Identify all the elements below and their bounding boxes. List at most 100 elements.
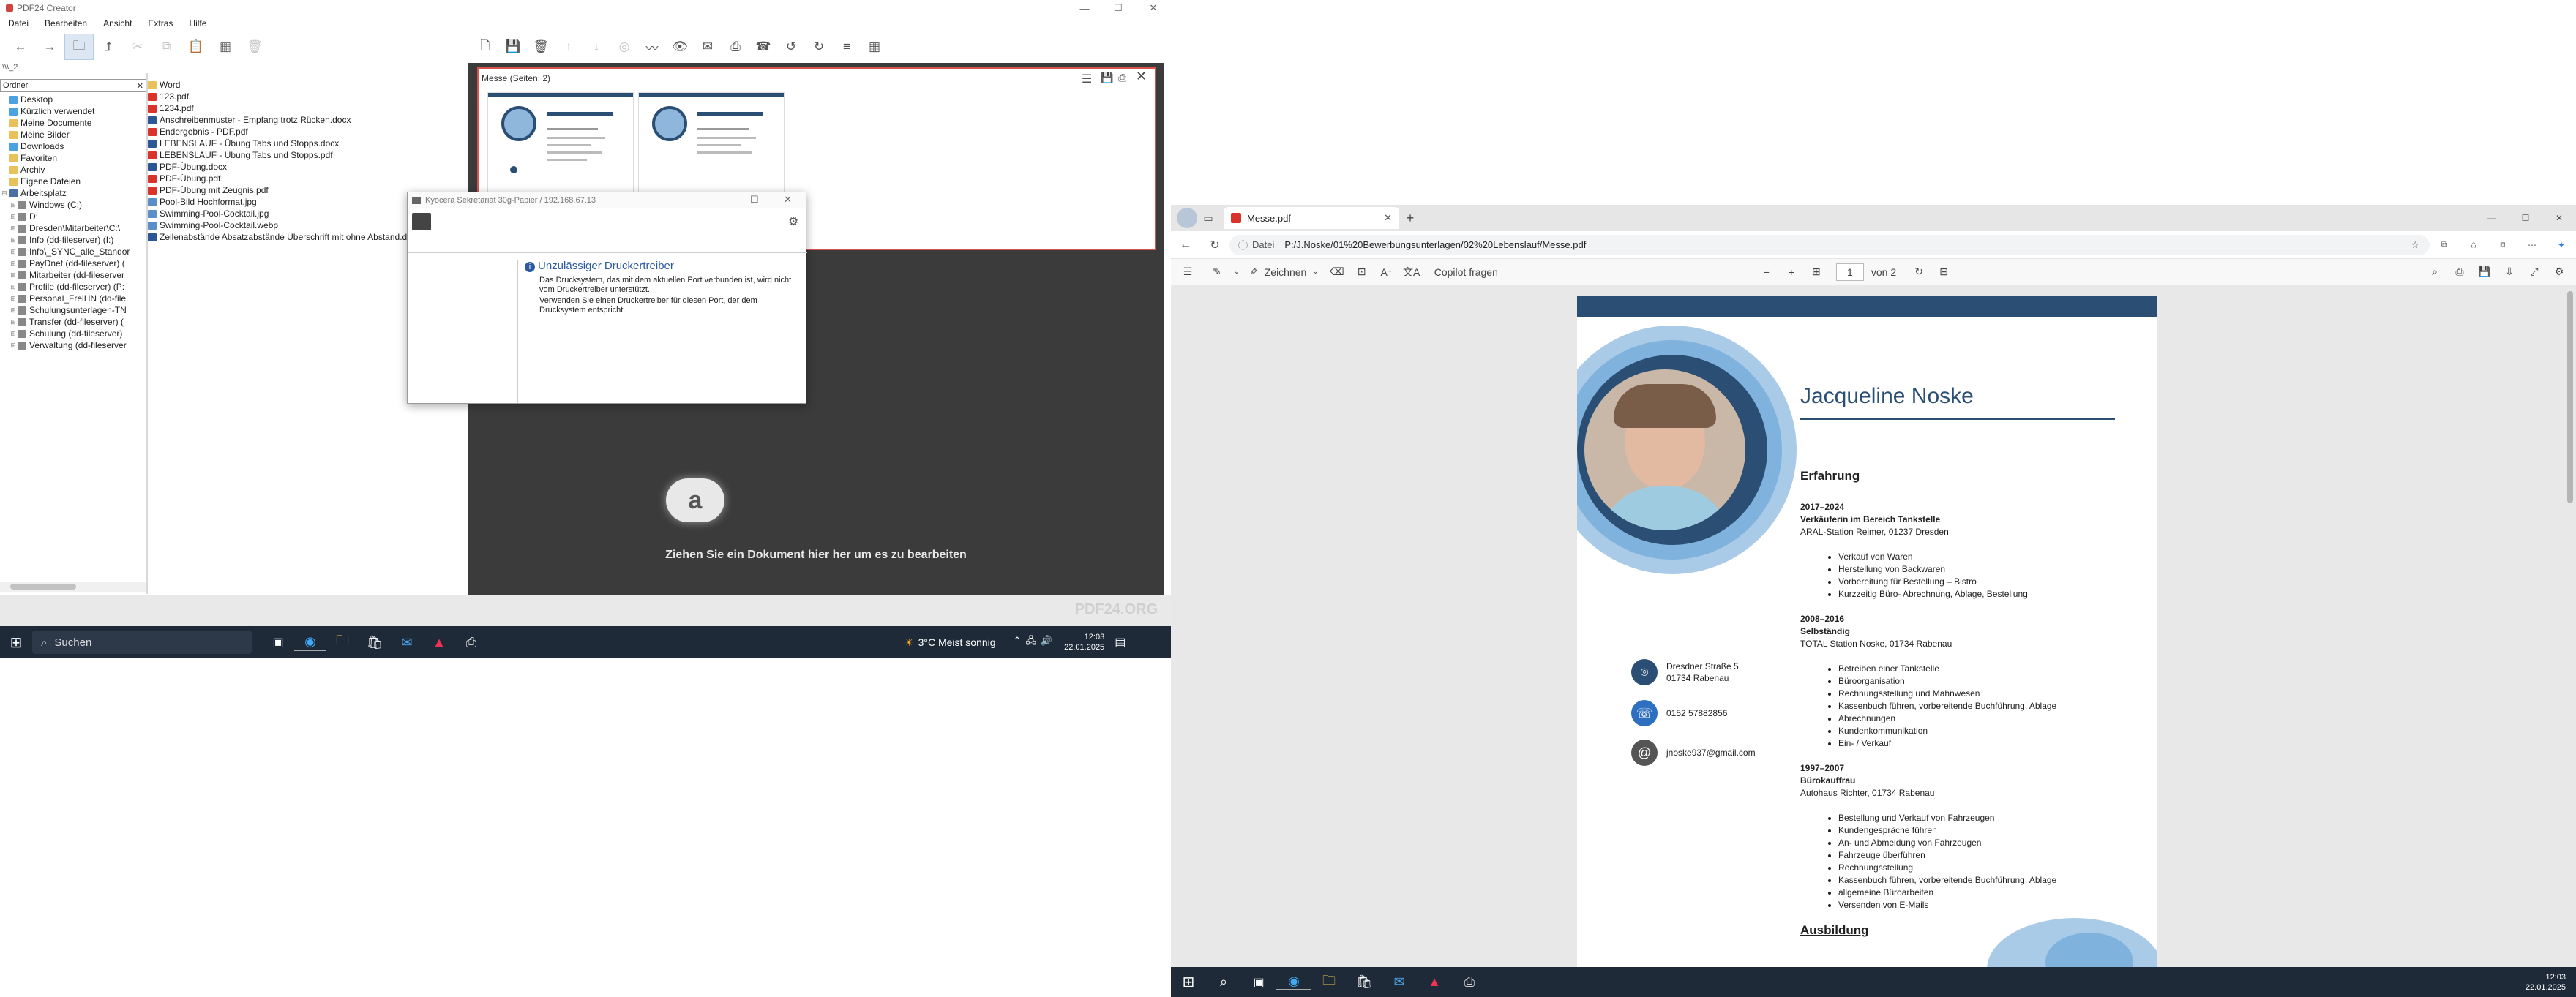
tree-folder-item[interactable]: ⊞ Schulungsunterlagen-TN <box>0 304 146 316</box>
tree-folder-item[interactable]: ⊞ Mitarbeiter (dd-fileserver <box>0 269 146 281</box>
expand-toggle-icon[interactable]: ⊞ <box>9 246 18 257</box>
expand-toggle-icon[interactable]: ⊞ <box>9 269 18 281</box>
tree-folder-item[interactable]: Meine Bilder <box>0 129 146 140</box>
tree-folder-item[interactable]: ⊟ Arbeitsplatz <box>0 187 146 199</box>
favorite-star-icon[interactable]: ☆ <box>2411 239 2419 251</box>
tree-folder-item[interactable]: ⊞ Profile (dd-fileserver) (P: <box>0 281 146 293</box>
tray-icons[interactable]: ⌃🖧🔊 <box>1014 634 1057 650</box>
preview-icon[interactable]: ◎ <box>610 34 638 60</box>
settings-gear-icon[interactable]: ⚙ <box>788 214 798 229</box>
read-aloud-icon[interactable]: A↑ <box>1374 266 1399 278</box>
close-tree-icon[interactable]: ✕ <box>137 81 143 91</box>
viewer-scrollbar[interactable] <box>2567 291 2573 503</box>
panel-save-icon[interactable]: 💾 <box>1101 72 1113 84</box>
fit-page-icon[interactable]: ⊞ <box>1804 266 1829 278</box>
grid-view-icon[interactable]: ▦ <box>211 34 240 60</box>
refresh-icon[interactable]: ↻ <box>1200 238 1229 252</box>
collections-icon[interactable]: ⧈ <box>2488 239 2517 250</box>
file-item[interactable]: PDF-Übung.pdf <box>148 173 470 184</box>
menu-icon[interactable]: ☰ <box>1082 72 1092 86</box>
tree-folder-item[interactable]: Meine Documente <box>0 117 146 129</box>
profile-avatar[interactable] <box>1177 208 1197 228</box>
rotate-right-icon[interactable]: ↻ <box>805 34 833 60</box>
cut-icon[interactable]: ✂ <box>123 34 152 60</box>
highlight-dropdown-icon[interactable]: ⌄ <box>1229 268 1244 276</box>
minimize-icon[interactable]: — <box>1070 0 1099 16</box>
menu-extras[interactable]: Extras <box>140 18 181 29</box>
tree-folder-item[interactable]: ⊞ Dresden\Mitarbeiter\C:\ <box>0 222 146 234</box>
search-icon[interactable]: ⌕ <box>1206 974 1241 990</box>
edge-taskbar-icon[interactable]: ◉ <box>294 634 326 651</box>
back-icon[interactable]: ← <box>6 34 35 60</box>
eraser-icon[interactable]: ⌫ <box>1325 266 1349 278</box>
tree-folder-item[interactable]: ⊞ D: <box>0 211 146 222</box>
delete-icon[interactable]: 🗑 <box>240 34 269 60</box>
tree-folder-item[interactable]: Archiv <box>0 164 146 176</box>
up-folder-icon[interactable]: ⮥ <box>94 34 123 60</box>
file-item[interactable]: Word <box>148 79 470 91</box>
forward-icon[interactable]: → <box>35 34 64 60</box>
file-item[interactable]: PDF-Übung.docx <box>148 161 470 173</box>
print-icon[interactable]: ⎙ <box>722 34 749 60</box>
draw-button[interactable]: ✐ Zeichnen ⌄ <box>1250 266 1319 278</box>
page-number-input[interactable]: 1 <box>1835 263 1864 281</box>
tree-folder-item[interactable]: ⊞ Verwaltung (dd-fileserver <box>0 339 146 351</box>
tab-messe-pdf[interactable]: Messe.pdf ✕ <box>1224 207 1399 229</box>
tree-folder-item[interactable]: ⊞ Transfer (dd-fileserver) ( <box>0 316 146 328</box>
tab-close-icon[interactable]: ✕ <box>1384 212 1392 224</box>
copilot-ask-button[interactable]: Copilot fragen <box>1434 266 1498 278</box>
menu-ansicht[interactable]: Ansicht <box>95 18 140 29</box>
close-icon[interactable]: ✕ <box>2542 213 2576 223</box>
move-up-icon[interactable]: ↑ <box>555 34 583 60</box>
contents-icon[interactable]: ☰ <box>1175 266 1200 278</box>
save-icon[interactable]: 💾 <box>499 34 527 60</box>
add-text-icon[interactable]: ⊡ <box>1349 266 1374 278</box>
expand-toggle-icon[interactable]: ⊞ <box>9 257 18 269</box>
task-view-icon[interactable]: ▣ <box>1241 975 1276 990</box>
expand-toggle-icon[interactable]: ⊞ <box>9 328 18 339</box>
menu-hilfe[interactable]: Hilfe <box>181 18 214 29</box>
scroll-thumb[interactable] <box>10 584 76 590</box>
minimize-icon[interactable]: — <box>2475 213 2509 223</box>
back-icon[interactable]: ← <box>1171 238 1200 252</box>
panel-close-icon[interactable]: ✕ <box>1136 69 1147 84</box>
move-down-icon[interactable]: ↓ <box>583 34 610 60</box>
tree-folder-item[interactable]: ⊞ PayDnet (dd-fileserver) ( <box>0 257 146 269</box>
fax-icon[interactable]: ☎ <box>749 34 777 60</box>
file-item[interactable]: 123.pdf <box>148 91 470 102</box>
pdf24-taskbar-icon[interactable]: ▲ <box>423 635 455 650</box>
edge-taskbar-icon[interactable]: ◉ <box>1276 974 1311 990</box>
expand-toggle-icon[interactable]: ⊞ <box>9 222 18 234</box>
tree-folder-item[interactable]: ⊞ Info\_SYNC_alle_Standor <box>0 246 146 257</box>
signature-icon[interactable]: 〰 <box>638 34 666 60</box>
copilot-icon[interactable]: ✦ <box>2547 240 2576 250</box>
copy-icon[interactable]: ⧉ <box>152 34 181 60</box>
store-taskbar-icon[interactable]: 🛍 <box>1347 974 1382 990</box>
file-item[interactable]: LEBENSLAUF - Übung Tabs und Stopps.docx <box>148 138 470 149</box>
taskbar-search[interactable]: ⌕ Suchen <box>32 631 252 654</box>
close-icon[interactable]: ✕ <box>1139 0 1168 16</box>
apps-grid-icon[interactable]: ▦ <box>861 34 888 60</box>
zoom-in-icon[interactable]: + <box>1779 266 1804 278</box>
open-file-icon[interactable]: 🗋 <box>471 34 499 60</box>
notification-icon[interactable]: ▤ <box>1115 635 1126 650</box>
expand-toggle-icon[interactable]: ⊞ <box>9 281 18 293</box>
rotate-left-icon[interactable]: ↺ <box>777 34 805 60</box>
sort-icon[interactable]: ≡ <box>833 34 861 60</box>
mail-taskbar-icon[interactable]: ✉ <box>1382 974 1417 990</box>
zoom-out-icon[interactable]: − <box>1754 266 1779 278</box>
tree-folder-item[interactable]: Kürzlich verwendet <box>0 105 146 117</box>
pdf-settings-icon[interactable]: ⚙ <box>2547 266 2572 278</box>
dialog-minimize-icon[interactable]: — <box>700 194 710 205</box>
trash-icon[interactable]: 🗑 <box>527 34 555 60</box>
tree-folder-item[interactable]: ⊞ Windows (C:) <box>0 199 146 211</box>
expand-toggle-icon[interactable]: ⊟ <box>0 187 9 199</box>
pdf24-taskbar-icon[interactable]: ▲ <box>1417 974 1452 990</box>
fullscreen-icon[interactable]: ⤢ <box>2522 266 2547 278</box>
translate-icon[interactable]: 文A <box>1399 265 1424 279</box>
print-icon[interactable]: ⎙ <box>2447 266 2472 278</box>
clock[interactable]: 12:03 22.01.2025 <box>2526 972 2566 993</box>
tree-folder-item[interactable]: ⊞ Schulung (dd-fileserver) <box>0 328 146 339</box>
maximize-icon[interactable]: ☐ <box>1104 0 1133 16</box>
windows-start-icon[interactable]: ⊞ <box>0 626 32 658</box>
